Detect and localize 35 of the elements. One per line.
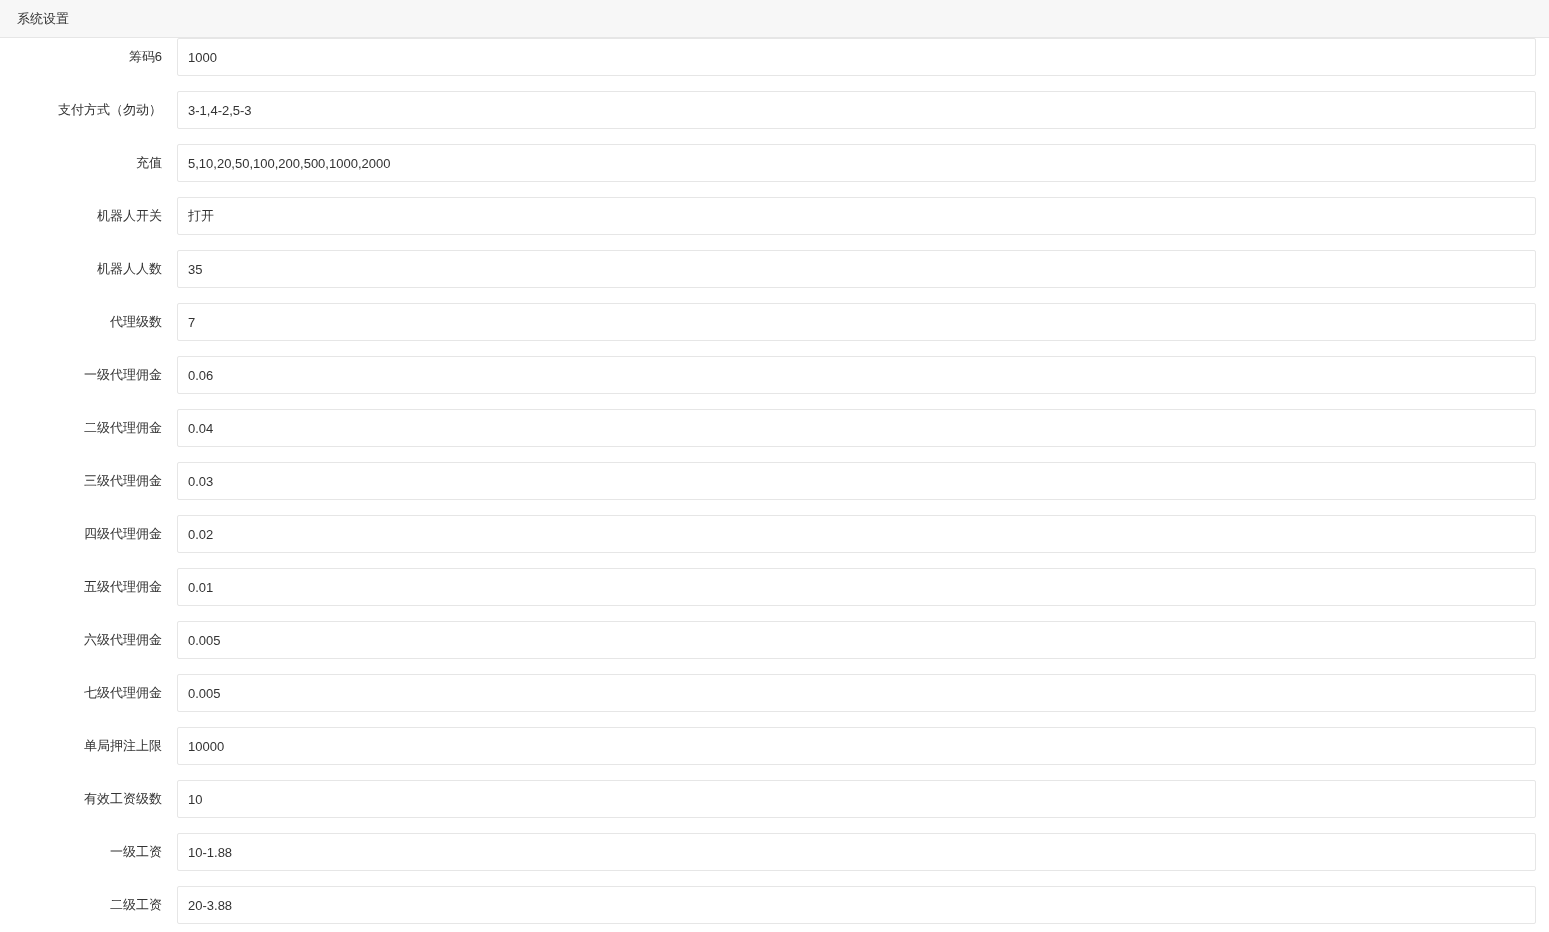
input-field[interactable]: 10 xyxy=(177,780,1536,818)
field-label: 二级工资 xyxy=(109,896,162,914)
field-label: 七级代理佣金 xyxy=(83,684,162,702)
field-label: 四级代理佣金 xyxy=(83,525,162,543)
input-field[interactable]: 0.005 xyxy=(177,621,1536,659)
input-field[interactable]: 20-3.88 xyxy=(177,886,1536,924)
input-field[interactable]: 10-1.88 xyxy=(177,833,1536,871)
field-label: 机器人开关 xyxy=(96,207,162,225)
input-field[interactable]: 35 xyxy=(177,250,1536,288)
field-label: 五级代理佣金 xyxy=(83,578,162,596)
field-label: 二级代理佣金 xyxy=(83,419,162,437)
field-label: 机器人人数 xyxy=(96,260,162,278)
field-label: 筹码6 xyxy=(127,48,162,66)
field-label: 有效工资级数 xyxy=(83,790,162,808)
input-field[interactable]: 0.06 xyxy=(177,356,1536,394)
input-field[interactable]: 1000 xyxy=(177,38,1536,76)
input-field[interactable]: 7 xyxy=(177,303,1536,341)
field-label: 充值 xyxy=(135,154,162,172)
field-label: 代理级数 xyxy=(109,313,162,331)
input-field[interactable]: 0.01 xyxy=(177,568,1536,606)
input-field[interactable]: 10000 xyxy=(177,727,1536,765)
field-label: 支付方式（勿动） xyxy=(57,101,162,119)
input-field[interactable]: 0.02 xyxy=(177,515,1536,553)
field-label: 六级代理佣金 xyxy=(83,631,162,649)
field-label: 单局押注上限 xyxy=(83,737,162,755)
field-label: 一级代理佣金 xyxy=(83,366,162,384)
input-field[interactable]: 打开 xyxy=(177,197,1536,235)
input-field[interactable]: 0.03 xyxy=(177,462,1536,500)
panel-title: 系统设置 xyxy=(17,9,69,28)
field-label: 三级代理佣金 xyxy=(83,472,162,490)
input-field[interactable]: 0.005 xyxy=(177,674,1536,712)
input-field[interactable]: 0.04 xyxy=(177,409,1536,447)
field-label: 一级工资 xyxy=(109,843,162,861)
input-field[interactable]: 5,10,20,50,100,200,500,1000,2000 xyxy=(177,144,1536,182)
input-field[interactable]: 3-1,4-2,5-3 xyxy=(177,91,1536,129)
